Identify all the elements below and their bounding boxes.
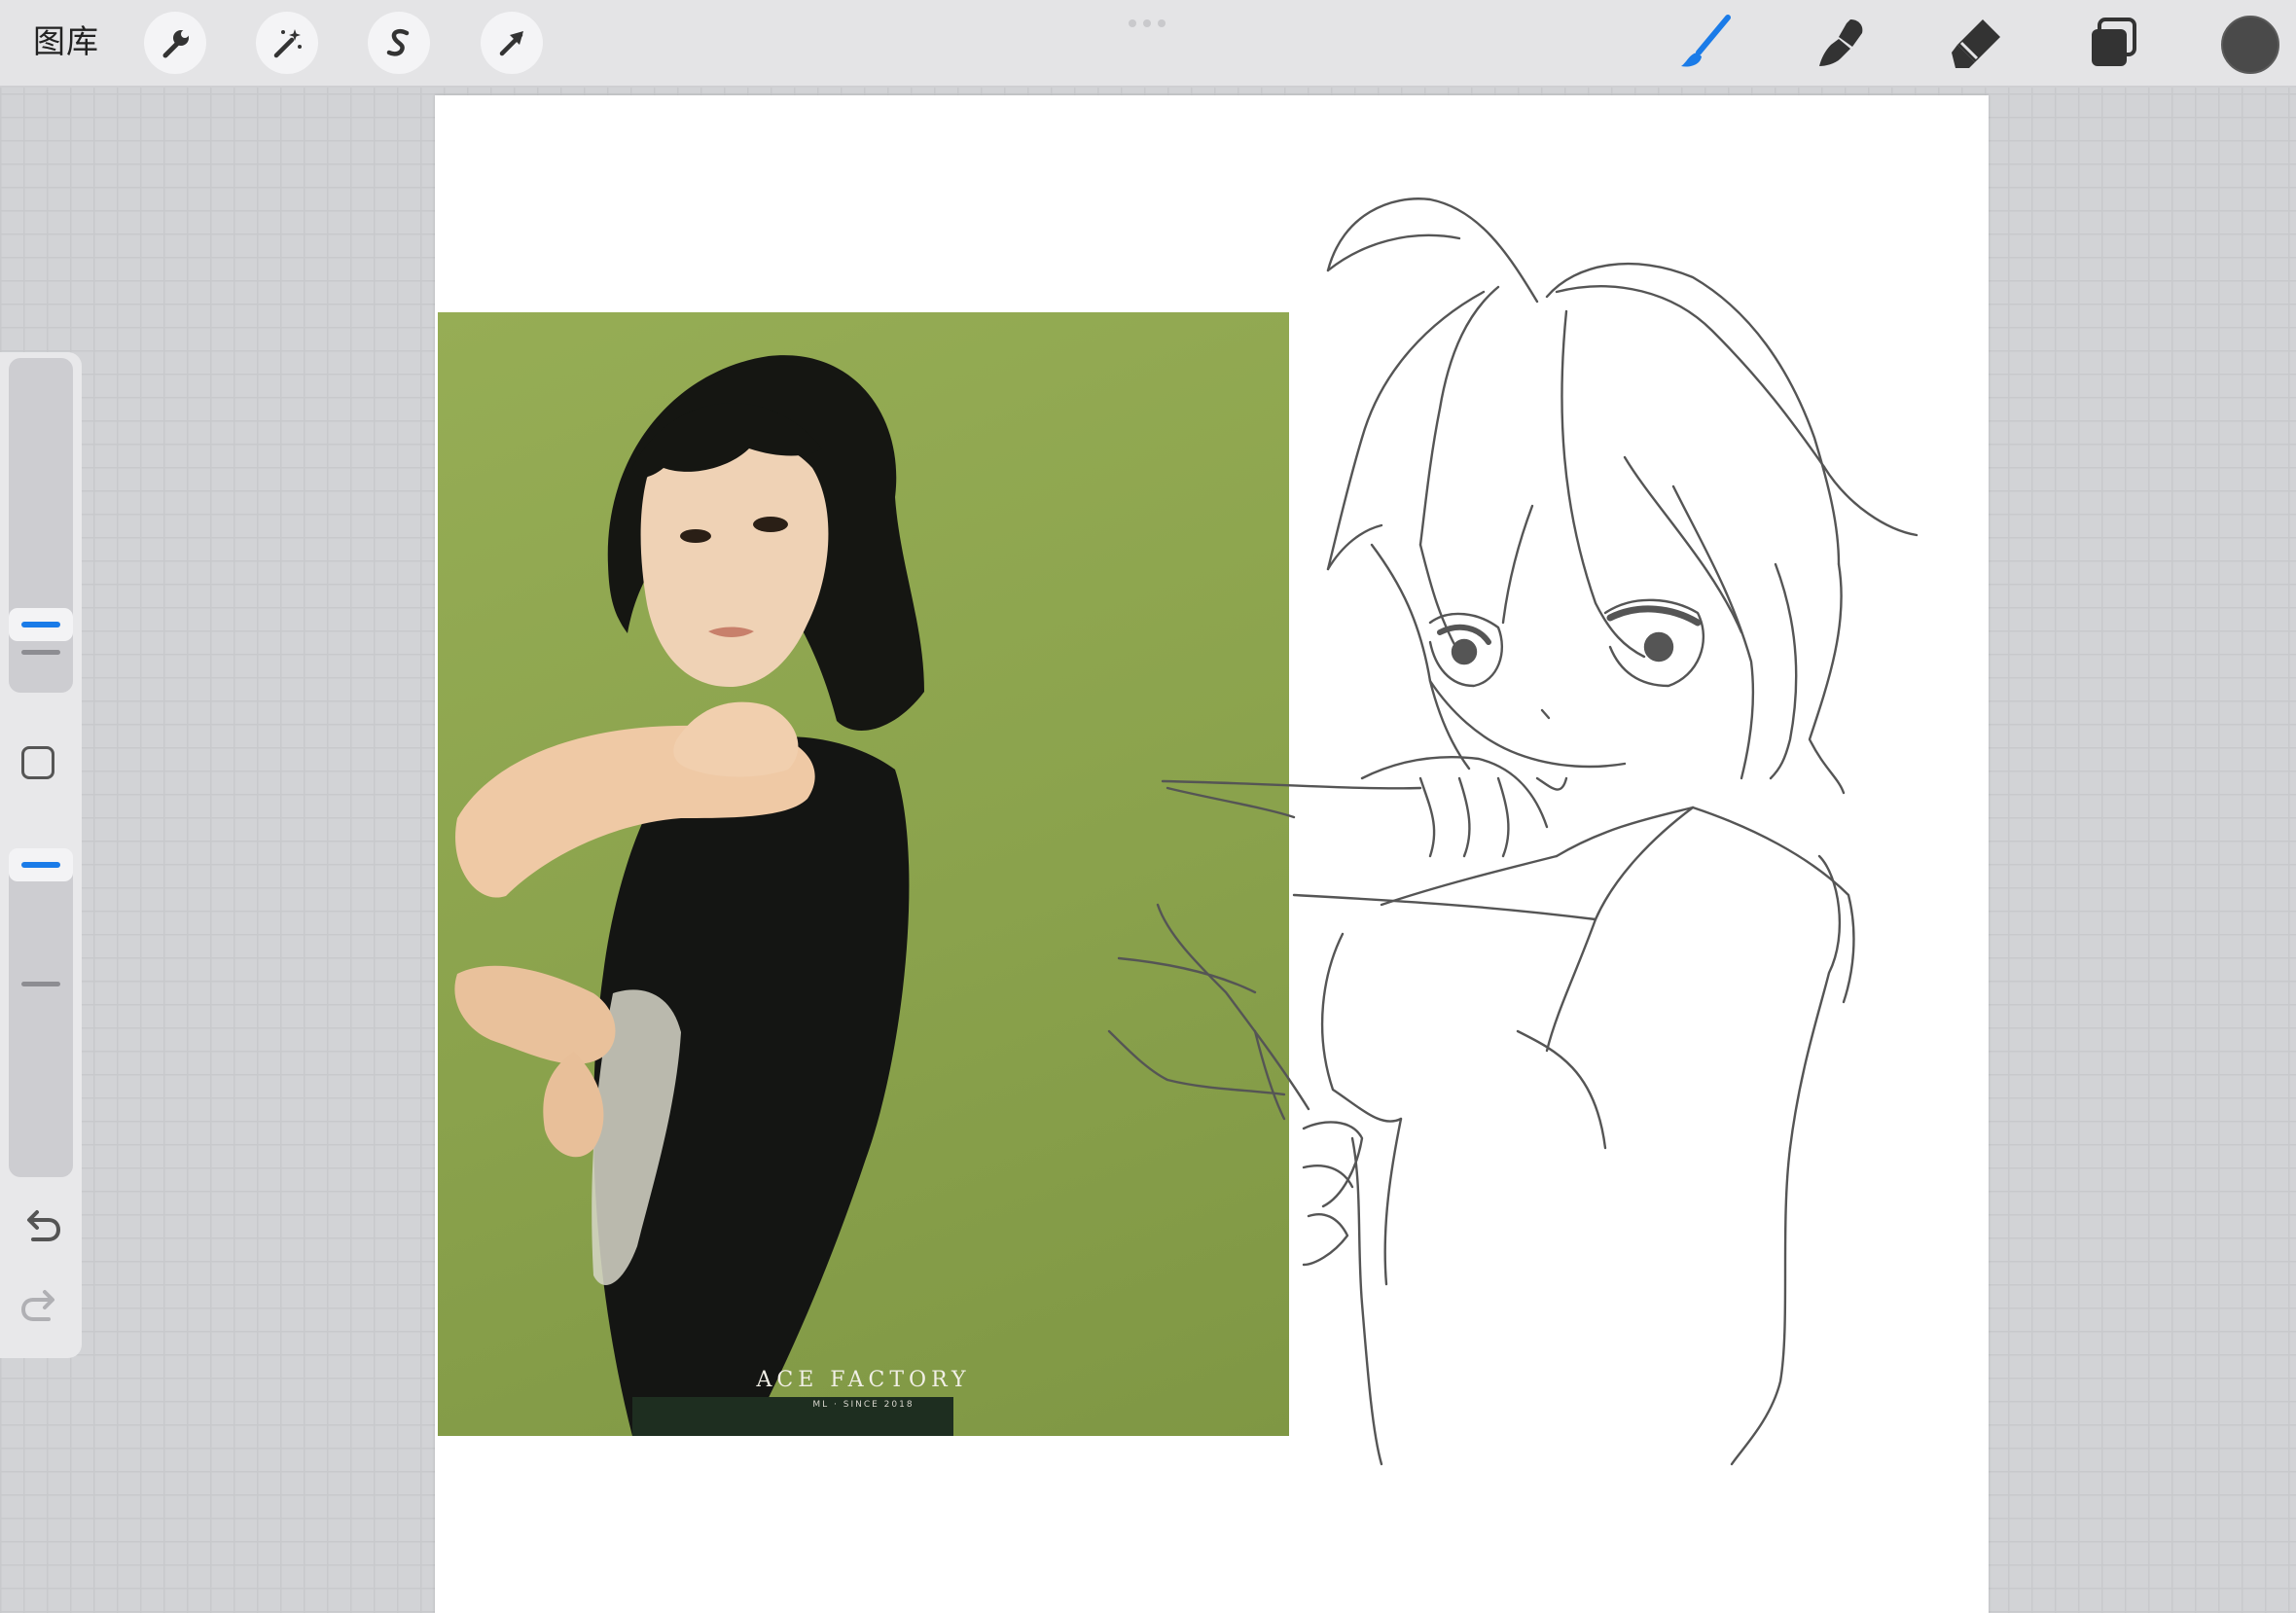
sketch-layer: [1107, 197, 1919, 1466]
